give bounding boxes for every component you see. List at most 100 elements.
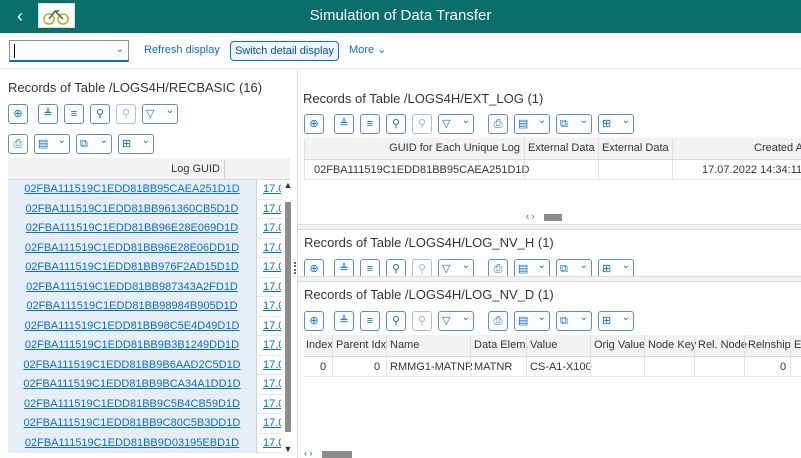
table-row[interactable]: 02FBA111519C1EDD81BB9B6AAD2C5D1D 17.0 [8, 355, 282, 375]
column-header-parent-idx[interactable]: Parent Idx [336, 339, 386, 351]
cell-date-link[interactable]: 17.0 [263, 180, 281, 199]
table-row[interactable]: 02FBA111519C1EDD81BB9B3B1249DD1D 17.0 [8, 336, 282, 356]
export-icon[interactable]: ▤ [514, 112, 550, 134]
table-row[interactable]: 02FBA111519C1EDD81BB98C5E4D49D1D 17.0 [8, 316, 282, 336]
sort-descending-icon[interactable]: ≡ [360, 114, 380, 134]
column-header-created-at[interactable]: Created A [754, 142, 801, 154]
table-row[interactable]: 02FBA111519C1EDD81BB9C5B4CB59D1D 17.0 [8, 394, 282, 414]
column-header-external-data-1[interactable]: External Data [528, 142, 595, 154]
filter-icon[interactable]: ▽ [142, 102, 178, 124]
zoom-icon[interactable]: ⊕ [304, 114, 324, 134]
print-icon[interactable]: ⎙ [8, 134, 28, 154]
scrollbar-thumb[interactable] [322, 451, 352, 458]
print-icon[interactable]: ⎙ [488, 311, 508, 331]
column-header-external-data-2[interactable]: External Data [602, 142, 669, 154]
cell-date-link[interactable]: 17.0 [263, 297, 281, 316]
column-header-relnship[interactable]: Relnship [748, 339, 791, 351]
export-icon[interactable]: ▤ [34, 132, 70, 154]
table-row[interactable]: 02FBA111519C1EDD81BB9BCA34A1DD1D 17.0 [8, 375, 282, 395]
cell-date-link[interactable]: 17.0 [263, 317, 281, 336]
cell-log-guid-link[interactable]: 02FBA111519C1EDD81BB95CAEA251D1D [8, 180, 257, 199]
print-icon[interactable]: ⎙ [488, 114, 508, 134]
cell-log-guid-link[interactable]: 02FBA111519C1EDD81BB9C80C5B3DD1D [8, 414, 257, 433]
layout-icon[interactable]: ⊞ [118, 132, 154, 154]
pane-splitter[interactable] [294, 262, 297, 274]
refresh-display-button[interactable]: Refresh display [140, 41, 224, 61]
column-header-node-key[interactable]: Node Key [648, 339, 696, 351]
layout-icon[interactable]: ⊞ [598, 112, 634, 134]
column-header-orig-value[interactable]: Orig Value [594, 339, 645, 351]
cell-date-link[interactable]: 17.0 [263, 219, 281, 238]
cell-log-guid-link[interactable]: 02FBA111519C1EDD81BB96E28E069D1D [8, 219, 257, 238]
column-header-log-guid[interactable]: Log GUID [8, 160, 225, 178]
sort-ascending-icon[interactable]: ≜ [38, 104, 58, 124]
table-row[interactable]: 0 0 RMMG1-MATNR MATNR CS-A1-X100 0 [304, 357, 801, 377]
horizontal-scrollbar[interactable]: ‹ › [526, 211, 801, 222]
sort-descending-icon[interactable]: ≡ [360, 311, 380, 331]
table-row[interactable]: 02FBA111519C1EDD81BB95CAEA251D1D 17.0 [8, 180, 282, 200]
cell-log-guid-link[interactable]: 02FBA111519C1EDD81BB9B6AAD2C5D1D [8, 355, 257, 375]
cell-date-link[interactable]: 17.0 [263, 278, 281, 297]
table-row[interactable]: 02FBA111519C1EDD81BB96E28E06DD1D 17.0 [8, 238, 282, 258]
cell-log-guid-link[interactable]: 02FBA111519C1EDD81BB9C5B4CB59D1D [8, 394, 257, 414]
cell-log-guid-link[interactable]: 02FBA111519C1EDD81BB987343A2FD1D [8, 277, 257, 297]
cell-log-guid-link[interactable]: 02FBA111519C1EDD81BB98C5E4D49D1D [8, 316, 257, 336]
column-header-e[interactable]: E [794, 339, 801, 351]
sort-ascending-icon[interactable]: ≜ [334, 114, 354, 134]
views-icon[interactable]: ⧉ [556, 309, 592, 331]
column-header-rel-node[interactable]: Rel. Node [698, 339, 747, 351]
scroll-left-right-icon[interactable]: ‹ › [304, 448, 313, 458]
cell-log-guid-link[interactable]: 02FBA111519C1EDD81BB9BCA34A1DD1D [8, 375, 257, 394]
export-icon[interactable]: ▤ [514, 309, 550, 331]
column-header-value[interactable]: Value [530, 339, 557, 351]
table-row[interactable]: 02FBA111519C1EDD81BB95CAEA251D1D 17.07.2… [304, 160, 801, 180]
views-icon[interactable]: ⧉ [76, 132, 112, 154]
sort-descending-icon[interactable]: ≡ [64, 104, 84, 124]
vertical-scrollbar[interactable]: ▲ ▼ [283, 180, 293, 456]
column-header-index[interactable]: Index [306, 339, 333, 351]
variant-combobox[interactable]: ⌄ [9, 40, 129, 62]
table-row[interactable]: 02FBA111519C1EDD81BB98984B905D1D 17.0 [8, 297, 282, 317]
table-row[interactable]: 02FBA111519C1EDD81BB987343A2FD1D 17.0 [8, 277, 282, 297]
cell-date-link[interactable]: 17.0 [263, 239, 281, 258]
find-icon[interactable]: ⚲ [386, 114, 406, 134]
switch-detail-display-button[interactable]: Switch detail display [230, 41, 340, 61]
column-header-data-elem[interactable]: Data Elem. [474, 339, 528, 351]
column-header-name[interactable]: Name [390, 339, 419, 351]
table-row[interactable]: 02FBA111519C1EDD81BB9D03195EBD1D 17.0 [8, 433, 282, 453]
zoom-icon[interactable]: ⊕ [304, 311, 324, 331]
cell-date-link[interactable]: 17.0 [263, 258, 281, 277]
scrollbar-thumb[interactable] [544, 214, 562, 221]
cell-log-guid-link[interactable]: 02FBA111519C1EDD81BB976F2AD15D1D [8, 258, 257, 277]
table-row[interactable]: 02FBA111519C1EDD81BB976F2AD15D1D 17.0 [8, 258, 282, 278]
cell-date-link[interactable]: 17.0 [263, 200, 281, 219]
cell-date-link[interactable]: 17.0 [263, 434, 281, 453]
cell-log-guid-link[interactable]: 02FBA111519C1EDD81BB9B3B1249DD1D [8, 336, 257, 355]
layout-icon[interactable]: ⊞ [598, 309, 634, 331]
cell-log-guid-link[interactable]: 02FBA111519C1EDD81BB96E28E06DD1D [8, 238, 257, 258]
views-icon[interactable]: ⧉ [556, 112, 592, 134]
filter-icon[interactable]: ▽ [438, 309, 474, 331]
zoom-icon[interactable]: ⊕ [8, 104, 28, 124]
cell-date-link[interactable]: 17.0 [263, 395, 281, 414]
find-icon[interactable]: ⚲ [386, 311, 406, 331]
table-row[interactable]: 02FBA111519C1EDD81BB961360CB5D1D 17.0 [8, 199, 282, 219]
scroll-down-icon[interactable]: ▼ [283, 444, 293, 456]
cell-date-link[interactable]: 17.0 [263, 375, 281, 394]
cell-date-link[interactable]: 17.0 [263, 336, 281, 355]
more-button[interactable]: More ⌄ [345, 41, 390, 61]
cell-date-link[interactable]: 17.0 [263, 356, 281, 375]
cell-log-guid-link[interactable]: 02FBA111519C1EDD81BB961360CB5D1D [8, 199, 257, 219]
column-header-guid[interactable]: GUID for Each Unique Log [364, 142, 520, 154]
table-row[interactable]: 02FBA111519C1EDD81BB96E28E069D1D 17.0 [8, 219, 282, 239]
chevron-down-icon[interactable]: ⌄ [116, 44, 124, 55]
horizontal-scrollbar[interactable]: ‹ › [304, 448, 799, 458]
cell-log-guid-link[interactable]: 02FBA111519C1EDD81BB98984B905D1D [8, 297, 257, 316]
cell-date-link[interactable]: 17.0 [263, 414, 281, 433]
table-row[interactable]: 02FBA111519C1EDD81BB9C80C5B3DD1D 17.0 [8, 414, 282, 434]
find-icon[interactable]: ⚲ [90, 104, 110, 124]
scroll-up-icon[interactable]: ▲ [283, 180, 293, 192]
sort-ascending-icon[interactable]: ≜ [334, 311, 354, 331]
filter-icon[interactable]: ▽ [438, 112, 474, 134]
scroll-left-right-icon[interactable]: ‹ › [526, 211, 535, 221]
